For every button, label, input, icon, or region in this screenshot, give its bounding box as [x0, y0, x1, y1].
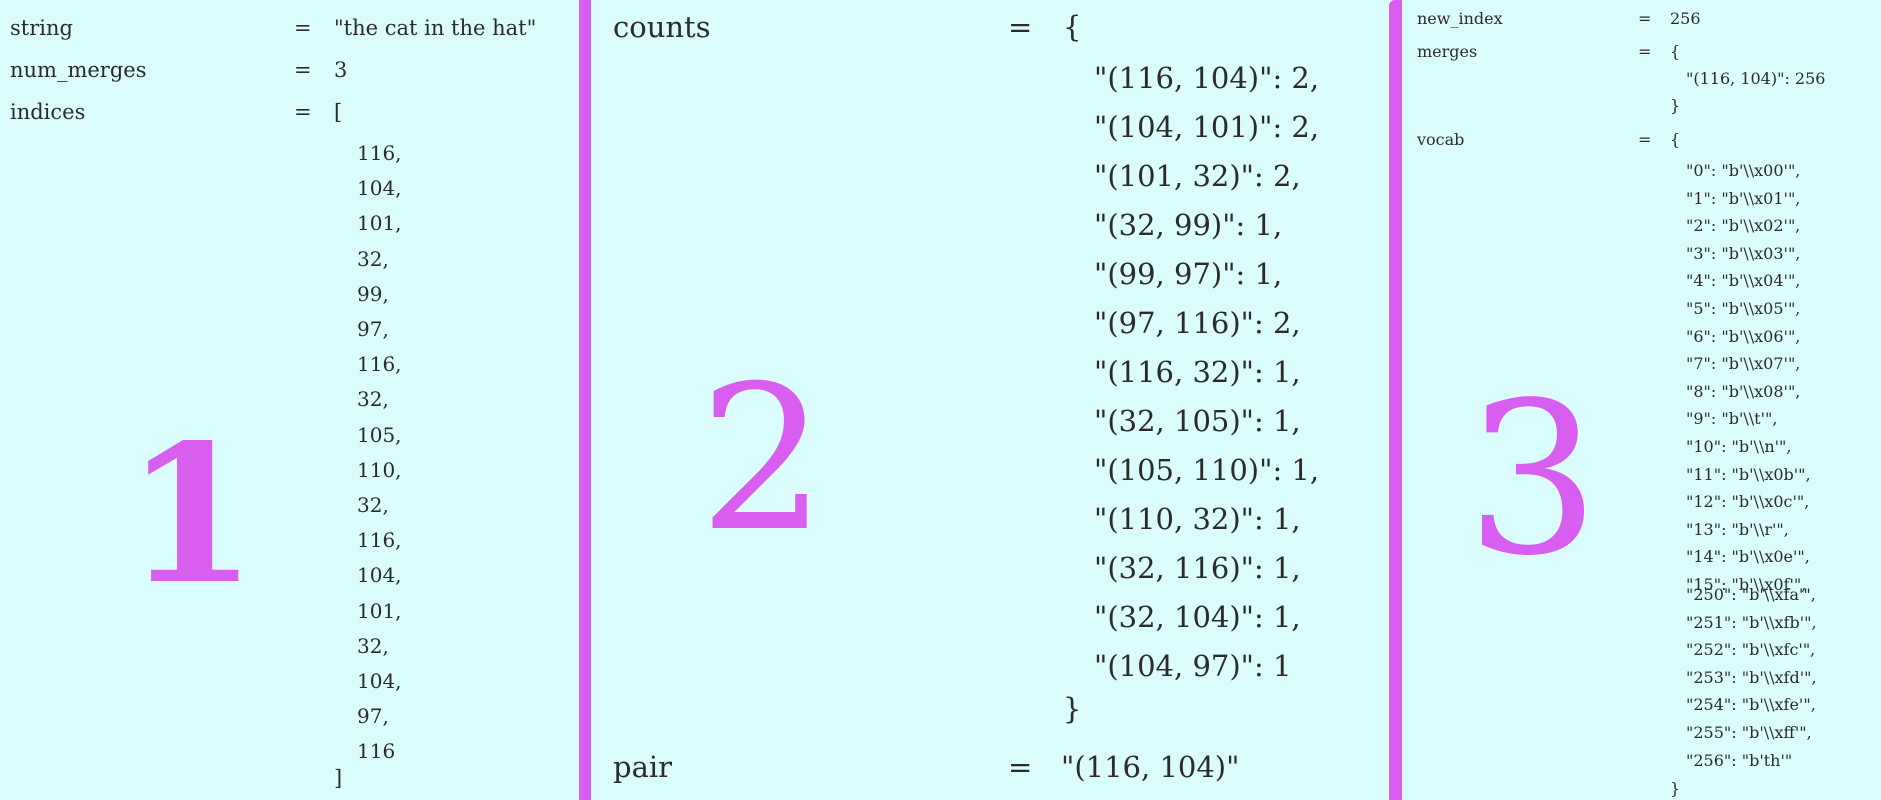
list-item: 101, — [357, 211, 402, 236]
merges-close-brace: } — [1670, 96, 1681, 115]
panel-number-1: 1 — [125, 403, 258, 626]
list-item: "(110, 32)": 1, — [1094, 502, 1301, 536]
string-value: "the cat in the hat" — [334, 16, 537, 40]
panel-2: 2 counts = { "(116, 104)": 2, "(104, 101)… — [591, 0, 1390, 800]
counts-var-name: counts — [613, 10, 711, 44]
list-item: "(105, 110)": 1, — [1094, 453, 1320, 487]
list-item: 116 — [357, 739, 396, 764]
list-item: "1": "b'\\x01'", — [1686, 188, 1801, 208]
list-item: "(32, 116)": 1, — [1094, 551, 1301, 585]
list-item: "256": "b'th'" — [1686, 750, 1793, 770]
list-item: "0": "b'\\x00'", — [1686, 161, 1801, 180]
list-item: "12": "b'\\x0c'", — [1686, 492, 1810, 512]
merges-open-brace: { — [1670, 42, 1681, 61]
list-item: 32, — [357, 493, 389, 518]
list-item: 104, — [357, 669, 402, 694]
list-item: 99, — [357, 281, 389, 306]
num-merges-value: 3 — [334, 58, 348, 82]
panel-3: 3 new_index = 256 merges = { "(116, 104)… — [1400, 0, 1881, 800]
list-item: "(116, 104)": 2, — [1094, 61, 1320, 95]
counts-equals: = — [1008, 10, 1033, 44]
list-item: "9": "b'\\t'", — [1686, 409, 1778, 429]
list-item: 32, — [357, 246, 389, 271]
list-item: "8": "b'\\x08'", — [1686, 381, 1801, 401]
new-index-value: 256 — [1670, 9, 1701, 28]
vocab-list-bottom: "250": "b'\\xfa'", "251": "b'\\xfb'", "252… — [1686, 581, 1817, 774]
counts-open-brace: { — [1063, 10, 1082, 44]
list-item: "(116, 32)": 1, — [1094, 355, 1301, 389]
list-item: "5": "b'\\x05'", — [1686, 298, 1801, 318]
list-item: 97, — [357, 704, 389, 729]
list-item: "250": "b'\\xfa'", — [1686, 585, 1816, 604]
list-item: 101, — [357, 598, 402, 623]
new-index-equals: = — [1638, 9, 1652, 28]
vocab-list-top: "0": "b'\\x00'", "1": "b'\\x01'", "2": "b'… — [1686, 157, 1811, 599]
list-item: 116, — [357, 352, 402, 377]
list-item: 116, — [357, 141, 402, 165]
list-item: "(32, 105)": 1, — [1094, 404, 1301, 438]
list-item: "251": "b'\\xfb'", — [1686, 612, 1817, 632]
list-item: 32, — [357, 387, 389, 412]
list-item: "14": "b'\\x0e'", — [1686, 547, 1810, 567]
list-item: "4": "b'\\x04'", — [1686, 271, 1801, 291]
merges-var-name: merges — [1417, 42, 1478, 61]
string-var-name: string — [10, 16, 73, 40]
merges-equals: = — [1638, 42, 1652, 61]
list-item: 104, — [357, 176, 402, 201]
string-equals: = — [294, 16, 312, 40]
counts-list: "(116, 104)": 2, "(104, 101)": 2, "(101, 3… — [1094, 54, 1319, 691]
pair-value: "(116, 104)" — [1061, 750, 1240, 784]
vocab-close-brace: } — [1670, 779, 1681, 798]
new-index-var-name: new_index — [1417, 9, 1503, 28]
indices-var-name: indices — [10, 100, 86, 124]
list-item: 105, — [357, 422, 402, 447]
list-item: "(99, 97)": 1, — [1094, 257, 1283, 291]
pair-var-name: pair — [613, 750, 672, 784]
list-item: "255": "b'\\xff'", — [1686, 722, 1812, 742]
indices-list: 116, 104, 101, 32, 99, 97, 116, 32, 105, 110, 32, 1… — [357, 136, 402, 770]
list-item: "254": "b'\\xfe'", — [1686, 695, 1816, 715]
list-item: "(101, 32)": 2, — [1094, 159, 1301, 193]
counts-close-brace: } — [1063, 692, 1082, 726]
panel-divider — [579, 0, 591, 800]
list-item: "6": "b'\\x06'", — [1686, 326, 1801, 346]
list-item: "(104, 101)": 2, — [1094, 110, 1320, 144]
list-item: "(97, 116)": 2, — [1094, 306, 1301, 340]
vocab-equals: = — [1638, 130, 1652, 149]
list-item: 32, — [357, 633, 389, 658]
vocab-var-name: vocab — [1417, 130, 1465, 149]
pair-equals: = — [1008, 750, 1033, 784]
list-item: "13": "b'\\r'", — [1686, 519, 1789, 539]
list-item: "(32, 99)": 1, — [1094, 208, 1283, 242]
list-item: "253": "b'\\xfd'", — [1686, 667, 1817, 687]
list-item: "7": "b'\\x07'", — [1686, 354, 1801, 374]
num-merges-equals: = — [294, 58, 312, 82]
num-merges-var-name: num_merges — [10, 58, 147, 82]
list-item: "2": "b'\\x02'", — [1686, 216, 1801, 236]
panel-number-2: 2 — [699, 343, 827, 576]
list-item: "252": "b'\\xfc'", — [1686, 640, 1816, 660]
indices-close-bracket: ] — [334, 766, 343, 790]
panel-1: 1 string = "the cat in the hat" num_merg… — [0, 0, 577, 800]
vocab-open-brace: { — [1670, 130, 1681, 149]
list-item: "10": "b'\\n'", — [1686, 436, 1792, 456]
list-item: "(32, 104)": 1, — [1094, 600, 1301, 634]
list-item: 116, — [357, 528, 402, 553]
list-item: "3": "b'\\x03'", — [1686, 243, 1801, 263]
list-item: "(104, 97)": 1 — [1094, 649, 1292, 683]
list-item: 104, — [357, 563, 402, 588]
indices-equals: = — [294, 100, 312, 124]
list-item: "11": "b'\\x0b'", — [1686, 464, 1811, 484]
merges-entry: "(116, 104)": 256 — [1686, 69, 1826, 88]
list-item: 110, — [357, 457, 402, 482]
panel-number-3: 3 — [1466, 357, 1600, 602]
list-item: 97, — [357, 317, 389, 342]
indices-open-bracket: [ — [334, 100, 343, 124]
